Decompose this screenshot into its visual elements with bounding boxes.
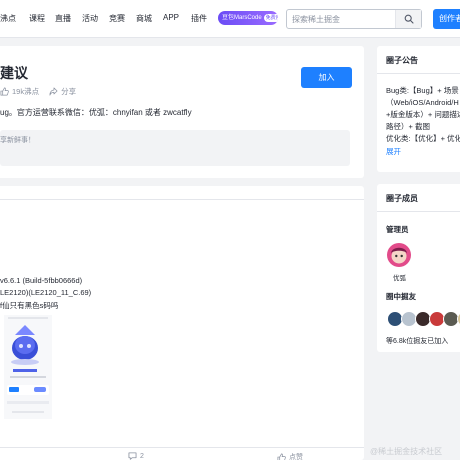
share-label[interactable]: 分享: [61, 86, 76, 97]
admin-label: 管理员: [386, 225, 409, 234]
marscode-free-badge: 免费用: [263, 14, 278, 22]
post-card: v6.6.1 (Build-5fbb0666d) LE2120)(LE2120_…: [0, 186, 364, 460]
post-action-bar: 2 点赞: [0, 447, 364, 460]
members-title: 圈子成员: [386, 194, 418, 203]
search-icon: [404, 14, 414, 24]
announcement-line: +版金版本）+ 问题描述: [386, 110, 460, 119]
post-text-line: LE2120)(LE2120_11_C.69): [0, 288, 92, 297]
search-button[interactable]: [395, 10, 421, 28]
admin-avatar[interactable]: [387, 243, 411, 267]
nav-item-pins[interactable]: 沸点: [0, 13, 16, 24]
like-icon: [277, 453, 286, 460]
nav-item-store[interactable]: 商城: [136, 13, 152, 24]
create-button[interactable]: 创作者: [433, 9, 460, 29]
admin-name[interactable]: 优弧: [393, 272, 406, 282]
post-image[interactable]: [4, 315, 52, 419]
pin-composer[interactable]: 享新鲜事！: [0, 130, 350, 166]
comment-count: 2: [140, 452, 144, 460]
announcement-line: Bug类:【Bug】+ 场景: [386, 86, 459, 95]
post-divider: [0, 199, 364, 200]
nav-item-plugins[interactable]: 插件: [191, 13, 207, 24]
thumb-icon: [0, 87, 9, 96]
top-nav: 沸点 课程 直播 活动 竞赛 商城 APP 插件 豆包MarsCode免费用 创…: [0, 0, 460, 38]
comment-icon: [128, 452, 137, 460]
search-box: [286, 9, 422, 29]
circle-header-card: 建议 19k沸点 分享 加入 ug。官方运营联系微信：优弧：chnyifan 或…: [0, 46, 364, 178]
nav-item-live[interactable]: 直播: [55, 13, 71, 24]
comment-action[interactable]: 2: [128, 452, 144, 460]
friends-summary[interactable]: 等6.8k位掘友已加入: [386, 336, 448, 346]
join-button[interactable]: 加入: [301, 67, 352, 88]
nav-item-contests[interactable]: 竞赛: [109, 13, 125, 24]
pins-count: 19k沸点: [12, 87, 40, 96]
announcement-line: 路径）+ 截图: [386, 122, 430, 131]
share-icon[interactable]: [49, 87, 58, 96]
nav-item-courses[interactable]: 课程: [29, 13, 45, 24]
nav-item-app[interactable]: APP: [163, 13, 179, 22]
announcement-card: 圈子公告 Bug类:【Bug】+ 场景 （Web/iOS/Android/H +…: [377, 46, 460, 172]
post-text-line: f仙只有黑色s码吗: [0, 301, 59, 310]
announcement-line: （Web/iOS/Android/H: [386, 98, 459, 107]
search-input[interactable]: [292, 10, 396, 28]
composer-placeholder: 享新鲜事！: [0, 137, 35, 144]
announcement-expand-link[interactable]: 展开: [386, 146, 401, 157]
nav-item-events[interactable]: 活动: [82, 13, 98, 24]
announcement-title: 圈子公告: [386, 56, 418, 65]
like-label: 点赞: [289, 454, 303, 460]
friends-avatars: [387, 311, 460, 327]
announcement-divider: [377, 73, 460, 74]
members-divider: [377, 211, 460, 212]
like-action[interactable]: 点赞: [277, 452, 303, 460]
circle-description: ug。官方运营联系微信：优弧：chnyifan 或者 zwcatfly: [0, 108, 192, 117]
friends-label: 圈中掘友: [386, 292, 416, 301]
watermark: @稀土掘金技术社区: [370, 447, 443, 456]
announcement-line: 优化类:【优化】+ 优化: [386, 134, 460, 143]
circle-meta: 19k沸点 分享: [0, 86, 76, 97]
circle-title: 建议: [0, 65, 28, 81]
marscode-banner[interactable]: 豆包MarsCode免费用: [218, 11, 278, 25]
marscode-label: 豆包MarsCode: [222, 15, 262, 21]
post-text-line: v6.6.1 (Build-5fbb0666d): [0, 276, 83, 285]
